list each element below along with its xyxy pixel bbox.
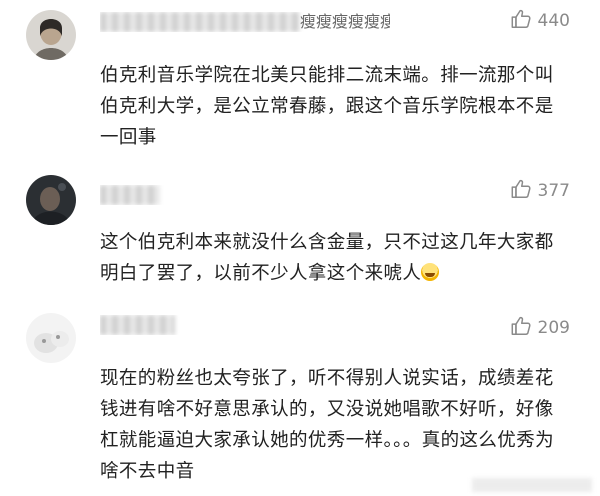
username[interactable]: 瘦瘦瘦瘦瘦瘦瘦瘦瘦瘦 (100, 12, 390, 32)
username[interactable] (100, 185, 170, 205)
like-count: 209 (537, 318, 570, 338)
comment-text: 现在的粉丝也太夸张了，听不得别人说实话，成绩差花钱进有啥不好意思承认的，又没说她… (100, 368, 555, 482)
like-button[interactable]: 440 (510, 8, 570, 34)
like-button[interactable]: 209 (510, 315, 570, 341)
username-blur (100, 185, 160, 205)
comment-item: 瘦瘦瘦瘦瘦瘦瘦瘦瘦瘦 440 伯克利音乐学院在北美只能排二流末端。排一流那个叫伯… (0, 0, 600, 165)
comment-text: 这个伯克利本来就没什么含金量，只不过这几年大家都明白了罢了，以前不少人拿这个来唬… (100, 227, 570, 289)
username-blur (100, 12, 300, 32)
username[interactable] (100, 315, 180, 335)
laughing-emoji-icon (421, 263, 440, 281)
thumbs-up-icon (510, 178, 532, 205)
thumbs-up-icon (510, 315, 532, 342)
avatar[interactable] (26, 175, 76, 225)
avatar[interactable] (26, 10, 76, 60)
like-button[interactable]: 377 (510, 178, 570, 204)
like-count: 377 (537, 181, 570, 201)
username-blur (100, 315, 175, 335)
comment-item: 209 现在的粉丝也太夸张了，听不得别人说实话，成绩差花钱进有啥不好意思承认的，… (0, 305, 600, 496)
like-count: 440 (537, 11, 570, 31)
thumbs-up-icon (510, 8, 532, 35)
username-text: 瘦瘦瘦瘦瘦瘦瘦瘦瘦瘦 (300, 12, 390, 31)
comment-text: 伯克利音乐学院在北美只能排二流末端。排一流那个叫伯克利大学，是公立常春藤，跟这个… (100, 65, 554, 148)
avatar[interactable] (26, 313, 76, 363)
comment-item: 377 这个伯克利本来就没什么含金量，只不过这几年大家都明白了罢了，以前不少人拿… (0, 165, 600, 305)
comment-text-content: 这个伯克利本来就没什么含金量，只不过这几年大家都明白了罢了，以前不少人拿这个来唬… (100, 232, 554, 284)
watermark (472, 478, 592, 492)
